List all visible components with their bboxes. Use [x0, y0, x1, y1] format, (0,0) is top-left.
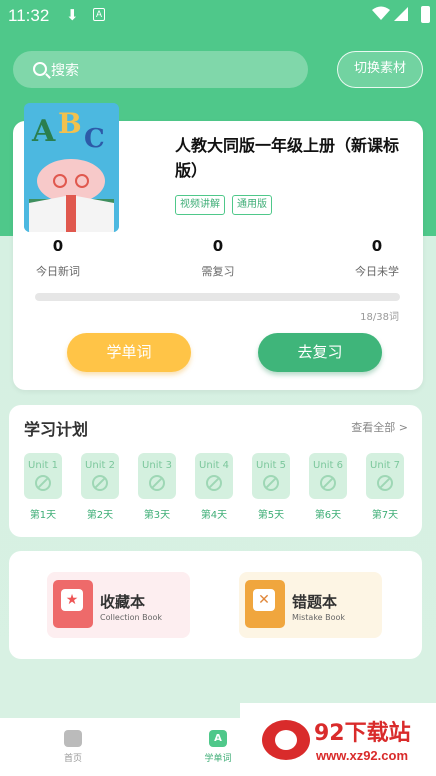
- locked-icon: [320, 475, 336, 491]
- unit-box: Unit 7: [366, 453, 404, 499]
- wifi-icon: [372, 6, 390, 20]
- unit-label: Unit 4: [199, 460, 229, 471]
- tag-general-edition: 通用版: [232, 195, 272, 215]
- stat-value: 0: [212, 237, 224, 255]
- switch-material-button[interactable]: 切换素材: [337, 51, 423, 88]
- unit-box: Unit 3: [138, 453, 176, 499]
- collection-book-button[interactable]: ★ 收藏本 Collection Book: [47, 572, 190, 638]
- unit-day: 第6天: [314, 510, 342, 521]
- mistake-book-icon: ✕: [245, 580, 285, 628]
- svg-text:B: B: [58, 107, 82, 140]
- mistake-book-button[interactable]: ✕ 错题本 Mistake Book: [239, 572, 382, 638]
- unit-box: Unit 2: [81, 453, 119, 499]
- tab-learn-words[interactable]: A 学单词: [188, 730, 248, 764]
- unit-day: 第5天: [257, 510, 285, 521]
- unit-box: Unit 5: [252, 453, 290, 499]
- battery-icon: [421, 6, 430, 23]
- signal-icon: [394, 7, 408, 21]
- status-bar: 11:32 ⬇ A: [0, 0, 436, 32]
- status-time: 11:32: [8, 6, 50, 25]
- tab-home[interactable]: 首页: [43, 730, 103, 764]
- stat-label: 今日未学: [355, 265, 399, 278]
- stat-new-words: 0 今日新词: [8, 237, 108, 279]
- unit-label: Unit 3: [142, 460, 172, 471]
- watermark-text: 92下载站: [314, 721, 411, 746]
- book-card: A B C 人教大同版一年级上册（新课标版） 视频讲解 通用版 0 今日新词 0…: [13, 103, 423, 390]
- review-button[interactable]: 去复习: [258, 333, 382, 372]
- tab-words-label: 学单词: [204, 754, 232, 764]
- locked-icon: [35, 475, 51, 491]
- watermark: 92下载站 www.xz92.com: [240, 703, 436, 776]
- plan-unit-6[interactable]: Unit 6 第6天: [308, 453, 348, 521]
- svg-text:C: C: [84, 124, 105, 154]
- locked-icon: [92, 475, 108, 491]
- unit-day: 第7天: [371, 510, 399, 521]
- watermark-logo-icon: [262, 720, 310, 760]
- progress-text: 18/38词: [360, 312, 399, 323]
- learn-words-button[interactable]: 学单词: [67, 333, 191, 372]
- plan-unit-3[interactable]: Unit 3 第3天: [137, 453, 177, 521]
- locked-icon: [377, 475, 393, 491]
- plan-unit-5[interactable]: Unit 5 第5天: [251, 453, 291, 521]
- stat-need-review: 0 需复习: [168, 237, 268, 279]
- watermark-url: www.xz92.com: [316, 748, 408, 763]
- mistake-book-label: 错题本: [292, 593, 338, 611]
- search-input[interactable]: 搜索: [13, 51, 308, 88]
- collection-book-sublabel: Collection Book: [100, 613, 163, 622]
- stat-label: 需复习: [201, 265, 235, 278]
- unit-day: 第3天: [143, 510, 171, 521]
- plan-unit-4[interactable]: Unit 4 第4天: [194, 453, 234, 521]
- locked-icon: [206, 475, 222, 491]
- book-cover-image[interactable]: A B C: [24, 103, 119, 232]
- unit-day: 第4天: [200, 510, 228, 521]
- view-all-link[interactable]: 查看全部 >: [351, 419, 408, 435]
- unit-day: 第1天: [29, 510, 57, 521]
- home-icon: [64, 730, 82, 747]
- search-icon: [33, 62, 47, 76]
- svg-text:A: A: [31, 114, 56, 149]
- unit-label: Unit 5: [256, 460, 286, 471]
- locked-icon: [149, 475, 165, 491]
- plan-title: 学习计划: [24, 420, 89, 439]
- unit-label: Unit 2: [85, 460, 115, 471]
- plan-unit-1[interactable]: Unit 1 第1天: [23, 453, 63, 521]
- download-icon: ⬇: [66, 7, 79, 24]
- stat-not-learned: 0 今日未学: [327, 237, 427, 279]
- book-title: 人教大同版一年级上册（新课标版）: [175, 136, 400, 180]
- tab-home-label: 首页: [63, 754, 82, 764]
- app-notification-icon: A: [93, 8, 105, 21]
- unit-day: 第2天: [86, 510, 114, 521]
- unit-box: Unit 4: [195, 453, 233, 499]
- learn-words-icon: A: [209, 730, 227, 747]
- unit-box: Unit 6: [309, 453, 347, 499]
- tools-card: ★ 收藏本 Collection Book ✕ 错题本 Mistake Book: [9, 551, 422, 659]
- unit-label: Unit 1: [28, 460, 58, 471]
- unit-label: Unit 6: [313, 460, 343, 471]
- collection-book-label: 收藏本: [100, 593, 146, 611]
- study-plan-card: 学习计划 查看全部 > Unit 1 第1天 Unit 2 第2天 Unit 3…: [9, 405, 422, 537]
- stat-label: 今日新词: [36, 265, 80, 278]
- plan-unit-2[interactable]: Unit 2 第2天: [80, 453, 120, 521]
- stat-value: 0: [371, 237, 383, 255]
- book-cover-art: A B C: [24, 103, 119, 232]
- progress-bar: [35, 293, 400, 301]
- locked-icon: [263, 475, 279, 491]
- search-placeholder: 搜索: [51, 63, 79, 79]
- stat-value: 0: [52, 237, 64, 255]
- mistake-book-sublabel: Mistake Book: [292, 613, 346, 622]
- unit-label: Unit 7: [370, 460, 400, 471]
- plan-unit-7[interactable]: Unit 7 第7天: [365, 453, 405, 521]
- tag-video-explain: 视频讲解: [175, 195, 225, 215]
- unit-box: Unit 1: [24, 453, 62, 499]
- collection-book-icon: ★: [53, 580, 93, 628]
